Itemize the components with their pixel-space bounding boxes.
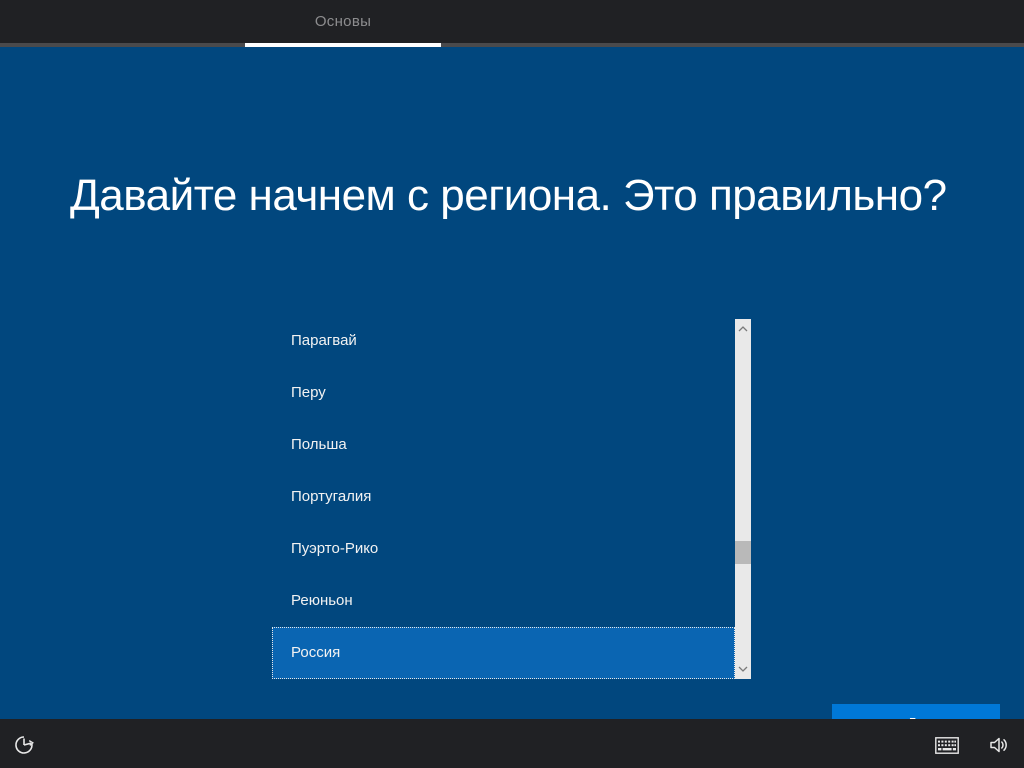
region-list: Парагвай Перу Польша Португалия Пуэрто-Р…: [272, 315, 735, 679]
ease-of-access-button[interactable]: [10, 731, 38, 759]
scrollbar-down-arrow-icon[interactable]: [735, 661, 751, 677]
region-list-item-selected[interactable]: Россия: [272, 627, 735, 679]
volume-button[interactable]: [984, 731, 1012, 759]
top-bar: [0, 0, 1024, 43]
region-list-item[interactable]: Португалия: [272, 471, 735, 523]
main-content: Давайте начнем с региона. Это правильно?…: [0, 47, 1024, 719]
keyboard-button[interactable]: [932, 733, 962, 757]
tab-basics-label: Основы: [315, 13, 371, 30]
region-list-item[interactable]: Пуэрто-Рико: [272, 523, 735, 575]
region-list-scrollbar[interactable]: [735, 319, 751, 679]
volume-icon: [987, 734, 1009, 756]
region-list-item[interactable]: Реюньон: [272, 575, 735, 627]
scrollbar-up-arrow-icon[interactable]: [735, 321, 751, 337]
region-list-item[interactable]: Парагвай: [272, 315, 735, 367]
ease-of-access-icon: [13, 734, 35, 756]
oobe-region-screen: { "header": { "tab_label": "Основы" }, "…: [0, 0, 1024, 768]
scrollbar-thumb[interactable]: [735, 541, 751, 564]
page-title: Давайте начнем с региона. Это правильно?: [70, 171, 970, 221]
keyboard-icon: [935, 737, 959, 754]
bottom-bar: [0, 719, 1024, 768]
tab-basics: Основы: [245, 0, 441, 43]
region-list-item[interactable]: Польша: [272, 419, 735, 471]
region-list-item[interactable]: Перу: [272, 367, 735, 419]
